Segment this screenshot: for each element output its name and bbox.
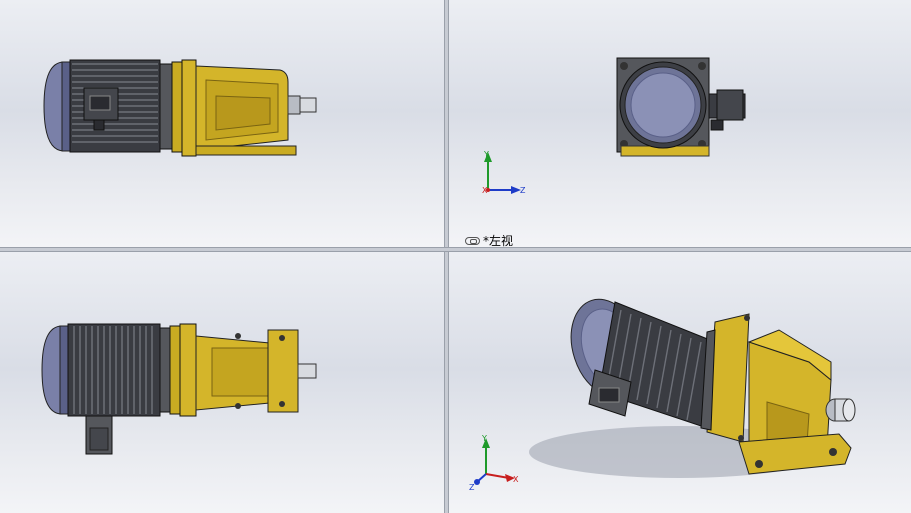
view-name-label: *左视 [465,232,513,247]
axis-triad: Y Z X [482,150,526,195]
axis-triad-iso: Y X Z [469,434,519,492]
viewport-front[interactable] [0,0,444,247]
gear-motor-front-model [43,59,317,157]
viewport-grid: Y Z X *左视 Y X Z [0,0,911,513]
link-view-icon [465,236,480,245]
triad-y-label: Y [483,150,489,159]
triad-x-label: X [482,186,488,195]
viewport-top[interactable] [0,252,444,513]
triad-z-label: Z [469,483,475,492]
view-name-text: *左视 [483,234,514,247]
viewport-isometric[interactable]: Y X Z [449,252,911,513]
viewport-left[interactable]: Y Z X *左视 [449,0,911,247]
triad-z-label: Z [520,186,526,195]
gear-motor-top-model [41,323,317,455]
triad-x-label: X [513,475,519,484]
viewport-splitter-horizontal[interactable] [0,247,911,252]
triad-y-label: Y [481,434,487,443]
viewport-splitter-vertical[interactable] [444,0,449,513]
